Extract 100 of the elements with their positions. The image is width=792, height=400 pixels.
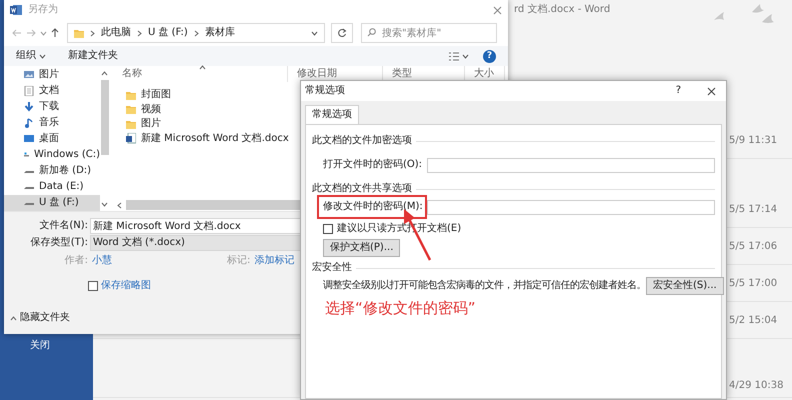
caret-icon — [311, 30, 318, 36]
protect-document-button[interactable]: 保护文档(P)... — [323, 239, 400, 257]
close-icon — [707, 86, 716, 96]
description-text: 调整安全级别以打开可能包含宏病毒的文件，并指定可信任的宏创建者姓名。 — [323, 280, 646, 292]
music-note-icon — [24, 118, 34, 128]
close-icon — [493, 6, 502, 14]
nav-item-label[interactable]: 新加卷 (D:) — [39, 165, 92, 177]
modified-time: 5/9 11:31 — [729, 135, 778, 147]
caret-icon — [462, 54, 469, 58]
download-icon — [24, 102, 34, 112]
nav-item[interactable]: 桌面 — [4, 131, 100, 147]
document-icon — [24, 86, 34, 96]
file-name[interactable]: 新建 Microsoft Word 文档.docx — [141, 132, 289, 145]
checkbox[interactable] — [88, 281, 98, 291]
nav-item-label[interactable]: 音乐 — [39, 117, 59, 129]
list-view-icon — [449, 52, 459, 60]
new-folder-button[interactable]: 新建文件夹 — [68, 50, 118, 62]
breadcrumb-item[interactable]: 素材库 — [204, 27, 235, 39]
folder-icon — [126, 105, 136, 114]
folder-icon — [74, 28, 84, 38]
nav-item-label[interactable]: 图片 — [39, 69, 59, 81]
refresh-icon — [337, 28, 347, 38]
modified-time: 5/5 17:14 — [729, 204, 778, 216]
file-name[interactable]: 图片 — [141, 118, 161, 130]
field-label: 保存类型(T): — [30, 236, 88, 248]
password-field[interactable] — [427, 158, 715, 172]
search-icon — [367, 28, 376, 37]
checkbox-label[interactable]: 保存缩略图 — [101, 280, 151, 292]
search-field[interactable]: 搜索"素材库" — [361, 23, 497, 43]
modified-time: 5/2 15:04 — [729, 315, 778, 327]
organize-button[interactable]: 组织 — [16, 50, 46, 62]
view-button[interactable] — [449, 52, 469, 60]
dialog-title: 另存为 — [28, 4, 58, 16]
nav-item-label[interactable]: U 盘 (F:) — [39, 197, 79, 209]
word-app-icon — [10, 4, 22, 16]
nav-item-label[interactable]: 下载 — [39, 101, 59, 113]
scroll-up-icon — [101, 71, 108, 76]
group-heading: 此文档的文件加密选项 — [312, 135, 412, 147]
sidebar-item[interactable]: 关闭 — [0, 340, 50, 352]
tab[interactable]: 常规选项 — [305, 105, 359, 124]
folder-icon — [126, 120, 136, 129]
caret-icon — [39, 54, 46, 58]
up-arrow-icon — [51, 28, 59, 38]
nav-item[interactable]: Data (E:) — [4, 179, 100, 195]
help-button[interactable]: ? — [670, 85, 687, 97]
back-arrow-icon — [12, 29, 22, 37]
nav-item-label[interactable]: 文档 — [39, 85, 59, 97]
dialog-title: 常规选项 — [305, 85, 345, 97]
recent-locations-button[interactable] — [40, 30, 47, 36]
nav-item[interactable]: 新加卷 (D:) — [4, 163, 100, 179]
nav-item[interactable]: 文档 — [4, 83, 100, 99]
address-bar[interactable]: 此电脑 U 盘 (F:) 素材库 — [67, 23, 325, 43]
annotation-text: 选择“修改文件的密码” — [325, 299, 476, 317]
chevron-icon — [90, 30, 95, 36]
document-icon — [126, 133, 136, 144]
field-label: 标记: — [227, 255, 250, 267]
folder-icon — [126, 90, 136, 100]
scroll-down-icon — [101, 202, 108, 207]
up-button[interactable] — [51, 28, 59, 38]
file-name[interactable]: 封面图 — [141, 89, 171, 102]
caret-icon — [40, 30, 47, 36]
help-button[interactable]: ? — [483, 50, 496, 62]
hide-folders-button[interactable]: 隐藏文件夹 — [10, 312, 70, 324]
password-field[interactable] — [427, 200, 715, 214]
window-title: rd 文档.docx - Word — [514, 4, 610, 16]
field-label: 文件名(N): — [38, 220, 88, 232]
macro-security-button[interactable]: 宏安全性(S)... — [646, 277, 724, 295]
modified-time: 4/29 10:38 — [729, 380, 784, 392]
field-label: 作者: — [64, 255, 88, 267]
author-link[interactable]: 小慧 — [92, 255, 227, 267]
refresh-button[interactable] — [331, 23, 353, 43]
field-label: 打开文件时的密码(O): — [323, 159, 422, 171]
forward-arrow-icon — [26, 29, 36, 37]
field-label: 修改文件时的密码(M): — [323, 201, 423, 213]
file-name[interactable]: 视频 — [141, 104, 161, 116]
add-tags-link[interactable]: 添加标记 — [254, 255, 294, 267]
nav-item[interactable]: 图片 — [4, 67, 100, 83]
breadcrumb-item[interactable]: U 盘 (F:) — [148, 27, 188, 39]
group-heading: 宏安全性 — [312, 262, 352, 274]
nav-item-label[interactable]: Windows (C:) — [34, 149, 100, 161]
nav-item[interactable]: 下载 — [4, 99, 100, 115]
sort-icon — [199, 65, 206, 70]
picture-icon — [24, 70, 34, 80]
desktop-icon — [24, 134, 34, 144]
nav-item-label[interactable]: 桌面 — [39, 133, 59, 145]
chevron-icon — [194, 30, 199, 36]
nav-item[interactable]: Windows (C:) — [4, 147, 100, 163]
breadcrumb-item[interactable]: 此电脑 — [101, 27, 131, 39]
modified-time: 5/5 17:06 — [729, 241, 778, 253]
modified-time: 5/5 17:00 — [729, 278, 778, 290]
scroll-left-icon — [117, 202, 122, 208]
nav-item[interactable]: U 盘 (F:) — [4, 195, 100, 211]
nav-item-label[interactable]: Data (E:) — [39, 181, 84, 193]
nav-item[interactable]: 音乐 — [4, 115, 100, 131]
scrollbar-thumb[interactable] — [100, 80, 108, 155]
caret-icon — [10, 316, 17, 320]
column-header[interactable]: 名称 — [113, 66, 288, 82]
group-heading: 此文档的文件共享选项 — [312, 183, 412, 195]
chevron-icon — [137, 30, 142, 36]
checkbox[interactable] — [323, 224, 333, 234]
